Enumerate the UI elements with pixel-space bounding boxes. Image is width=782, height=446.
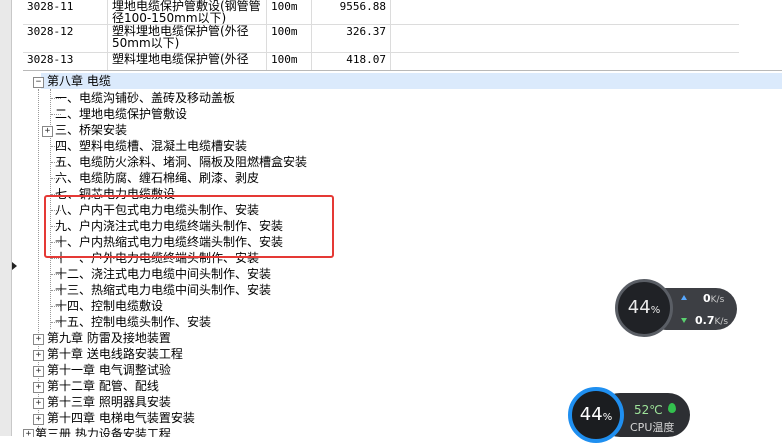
cell-name: 塑料埋地电缆保护管(外径50mm以下) [107, 24, 267, 53]
tree-node-chapter-11[interactable]: 第十一章 电气调整试验 [47, 362, 171, 378]
tree-node-item-6[interactable]: 六、电缆防腐、缠石棉绳、刷漆、剥皮 [55, 170, 259, 186]
tree-node-chapter-14[interactable]: 第十四章 电梯电气装置安装 [47, 410, 195, 426]
download-arrow-icon [681, 318, 687, 323]
cell-unit: 100m [266, 24, 312, 53]
left-gutter [0, 0, 12, 436]
cell-code: 3028-11 [23, 0, 108, 25]
tree-node-chapter-13[interactable]: 第十三章 照明器具安装 [47, 394, 171, 410]
selected-row-highlight [41, 73, 782, 89]
table-row[interactable]: 3028-11 埋地电缆保护管敷设(钢管管径100-150mm以下) 100m … [23, 0, 739, 25]
tree-node-item-13[interactable]: 十三、热缩式电力电缆中间头制作、安装 [55, 282, 271, 298]
expand-icon[interactable]: + [33, 398, 44, 409]
tree-node-item-5[interactable]: 五、电缆防火涂料、堵洞、隔板及阻燃槽盒安装 [55, 154, 307, 170]
leaf-icon [668, 403, 676, 413]
tree-node-chapter-10[interactable]: 第十章 送电线路安装工程 [47, 346, 183, 362]
network-monitor-widget[interactable]: 44% 0K/s 0.7K/s [615, 279, 739, 337]
tree-node-book-3[interactable]: 第三册 热力设备安装工程 [35, 426, 171, 437]
expand-icon[interactable]: + [33, 350, 44, 361]
upload-arrow-icon [681, 295, 687, 300]
cell-price: 326.37 [311, 24, 391, 53]
expand-icon[interactable]: + [33, 366, 44, 377]
cell-price: 9556.88 [311, 0, 391, 25]
cell-code: 3028-12 [23, 24, 108, 53]
expand-icon[interactable]: + [33, 334, 44, 345]
tree-node-chapter-9[interactable]: 第九章 防雷及接地装置 [47, 330, 171, 346]
cell-price: 418.07 [311, 52, 391, 70]
tree-node-chapter-8[interactable]: 第八章 电缆 [47, 73, 111, 89]
expand-icon[interactable]: + [42, 126, 53, 137]
upload-speed: 0 [703, 292, 711, 305]
cpu-monitor-widget[interactable]: 44% 52℃ CPU温度 [568, 387, 690, 443]
cell-unit: 100m [266, 52, 312, 70]
tree-node-item-2[interactable]: 二、埋地电缆保护管敷设 [55, 106, 187, 122]
cpu-temperature-label: CPU温度 [630, 421, 675, 434]
cell-name: 埋地电缆保护管敷设(钢管管径100-150mm以下) [107, 0, 267, 25]
table-row[interactable]: 3028-13 塑料埋地电缆保护管(外径 100m 418.07 [23, 52, 739, 70]
tree-node-item-3[interactable]: 三、桥架安装 [55, 122, 127, 138]
annotation-highlight-box [44, 195, 334, 258]
tree-node-label: 第八章 电缆 [47, 74, 111, 88]
tree-node-item-4[interactable]: 四、塑料电缆槽、混凝土电缆槽安装 [55, 138, 247, 154]
tree-node-item-14[interactable]: 十四、控制电缆敷设 [55, 298, 163, 314]
quota-grid: 3028-11 埋地电缆保护管敷设(钢管管径100-150mm以下) 100m … [23, 0, 782, 70]
collapse-icon[interactable]: − [33, 77, 44, 88]
memory-percent: 44 [627, 297, 651, 318]
table-row[interactable]: 3028-12 塑料埋地电缆保护管(外径50mm以下) 100m 326.37 [23, 24, 739, 53]
tree-node-item-1[interactable]: 一、电缆沟铺砂、盖砖及移动盖板 [55, 90, 235, 106]
cell-name: 塑料埋地电缆保护管(外径 [107, 52, 267, 70]
tree-node-chapter-12[interactable]: 第十二章 配管、配线 [47, 378, 159, 394]
cell-code: 3028-13 [23, 52, 108, 70]
cpu-temperature: 52℃ [634, 403, 663, 417]
panel-toggle-arrow-icon[interactable] [12, 262, 17, 270]
expand-icon[interactable]: + [33, 382, 44, 393]
cell-unit: 100m [266, 0, 312, 25]
tree-node-item-15[interactable]: 十五、控制电缆头制作、安装 [55, 314, 211, 330]
expand-icon[interactable]: + [33, 414, 44, 425]
download-speed: 0.7 [695, 314, 715, 327]
cpu-percent: 44 [579, 404, 603, 425]
tree-node-item-12[interactable]: 十二、浇注式电力电缆中间头制作、安装 [55, 266, 271, 282]
